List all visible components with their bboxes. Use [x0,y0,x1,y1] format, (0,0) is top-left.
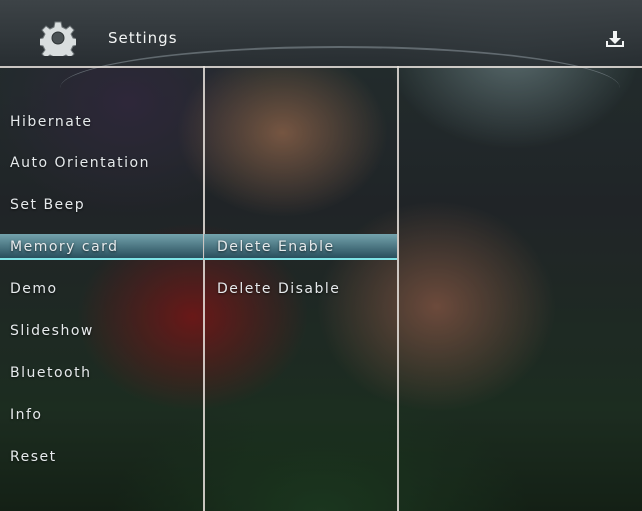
gear-icon [40,21,76,56]
menu-item-info[interactable]: Info [0,402,203,428]
page-title: Settings [108,29,178,47]
menu-item-demo[interactable]: Demo [0,276,203,302]
menu-item-bluetooth[interactable]: Bluetooth [0,360,203,386]
title-bar: Settings [0,0,642,66]
submenu-item-delete-disable[interactable]: Delete Disable [204,276,397,302]
photo-frame-screen: Settings Hibernate Auto Orientation Set … [0,0,642,511]
menu-item-memory-card[interactable]: Memory card [0,234,203,260]
menu-item-hibernate[interactable]: Hibernate [0,109,203,135]
memory-card-submenu: Delete Enable Delete Disable [204,68,397,511]
menu-item-slideshow[interactable]: Slideshow [0,318,203,344]
download-icon[interactable] [606,30,624,48]
submenu-item-delete-enable[interactable]: Delete Enable [204,234,397,260]
settings-menu: Hibernate Auto Orientation Set Beep Memo… [0,68,203,511]
column-divider-2 [397,66,399,511]
menu-item-auto-orientation[interactable]: Auto Orientation [0,150,203,176]
menu-item-set-beep[interactable]: Set Beep [0,192,203,218]
menu-item-reset[interactable]: Reset [0,444,203,470]
